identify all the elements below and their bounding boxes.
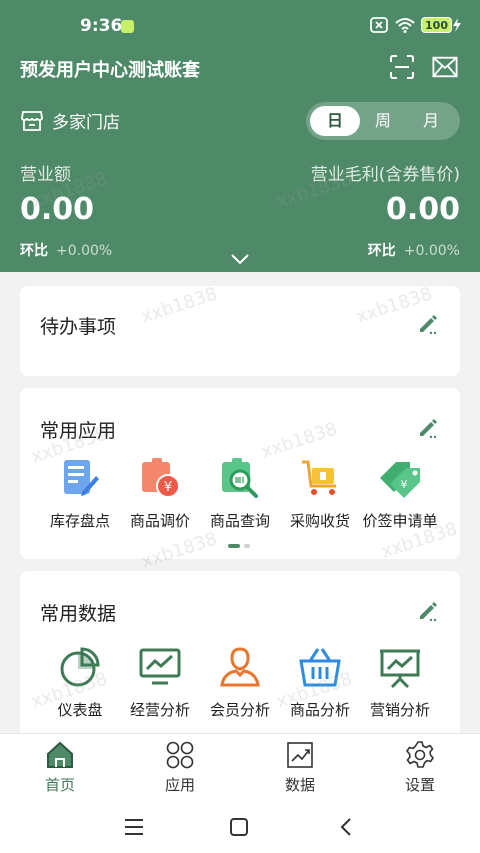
apps-icon <box>166 741 194 769</box>
dashboard-icon <box>60 647 100 687</box>
tab-apps[interactable]: 应用 <box>120 734 240 803</box>
edit-todo-pencil-icon[interactable] <box>416 312 440 336</box>
app-price-tag-request[interactable]: ¥ 价签申请单 <box>360 456 440 531</box>
edit-apps-pencil-icon[interactable] <box>416 416 440 440</box>
app-label: 商品查询 <box>209 512 270 530</box>
price-tag-request-icon: ¥ <box>380 462 420 498</box>
app-price-adjust[interactable]: ¥ 商品调价 <box>120 456 200 531</box>
app-label: 库存盘点 <box>49 512 110 530</box>
app-label: 商品调价 <box>129 512 190 530</box>
store-label: 多家门店 <box>52 113 120 133</box>
app-inventory-check[interactable]: 库存盘点 <box>40 456 120 531</box>
notification-app-icon <box>121 20 134 33</box>
revenue-label: 营业额 <box>20 165 71 185</box>
page-dot <box>244 544 250 548</box>
store-icon <box>21 110 43 131</box>
data-marketing-analysis[interactable]: 营销分析 <box>360 645 440 720</box>
data-label: 仪表盘 <box>57 701 103 719</box>
common-data-card: 常用数据 仪表盘 经营分析 会员分析 商品分析 营销分析 <box>20 571 460 741</box>
product-analysis-icon <box>299 648 341 687</box>
recent-apps-menu-icon[interactable] <box>123 817 145 837</box>
store-selector[interactable]: 多家门店 <box>20 108 120 133</box>
app-label: 价签申请单 <box>362 512 438 530</box>
product-query-icon <box>222 458 258 498</box>
svg-text:¥: ¥ <box>164 480 172 495</box>
expand-chevron-down-icon[interactable] <box>229 252 251 266</box>
account-name: 预发用户中心测试账套 <box>20 60 200 81</box>
data-chart-icon <box>287 742 313 768</box>
profit-cmp-label: 环比 <box>367 243 396 259</box>
data-member-analysis[interactable]: 会员分析 <box>200 645 280 720</box>
profit-value: 0.00 <box>385 192 460 227</box>
inventory-check-icon <box>64 460 99 496</box>
home-square-icon[interactable] <box>228 817 250 837</box>
tab-settings[interactable]: 设置 <box>360 734 480 803</box>
revenue-cmp-label: 环比 <box>20 243 48 259</box>
revenue-cmp-value: +0.00% <box>56 243 113 259</box>
header: 9:36 100 预发用户中心测试账套 多家门店 日 周 月 营业额 营业毛利(… <box>0 0 480 272</box>
status-bar: 9:36 100 <box>0 0 480 50</box>
tab-label: 首页 <box>44 776 75 794</box>
charging-bolt-icon <box>453 18 461 32</box>
sim-off-icon <box>370 17 388 33</box>
data-label: 会员分析 <box>209 701 270 719</box>
price-adjust-icon: ¥ <box>142 458 180 498</box>
wifi-icon <box>395 18 415 33</box>
data-label: 营销分析 <box>369 701 430 719</box>
message-envelope-icon[interactable] <box>432 54 458 80</box>
period-option-week[interactable]: 周 <box>358 106 408 136</box>
tab-label: 应用 <box>164 776 195 794</box>
scan-icon[interactable] <box>389 54 415 80</box>
tab-label: 设置 <box>404 776 435 794</box>
revenue-value: 0.00 <box>20 192 95 227</box>
common-apps-title: 常用应用 <box>40 420 117 442</box>
page-dot-active <box>228 544 240 548</box>
battery-indicator: 100 <box>421 17 462 33</box>
data-product-analysis[interactable]: 商品分析 <box>280 645 360 720</box>
data-label: 商品分析 <box>289 701 350 719</box>
back-chevron-icon[interactable] <box>336 817 358 837</box>
tab-home[interactable]: 首页 <box>0 734 120 803</box>
revenue-comparison: 环比 +0.00% <box>20 240 112 260</box>
tab-data[interactable]: 数据 <box>240 734 360 803</box>
member-analysis-icon <box>220 647 260 687</box>
period-option-day[interactable]: 日 <box>310 106 360 136</box>
bottom-tab-bar: 首页 应用 数据 设置 <box>0 733 480 803</box>
page-indicator <box>228 544 250 548</box>
app-purchase-receive[interactable]: 采购收货 <box>280 456 360 531</box>
todo-title: 待办事项 <box>40 316 117 338</box>
settings-gear-icon <box>406 741 434 768</box>
svg-text:¥: ¥ <box>401 478 408 491</box>
common-apps-card: 常用应用 库存盘点 ¥ 商品调价 商品查询 采购收货 ¥ 价签申请单 <box>20 388 460 559</box>
tab-label: 数据 <box>284 776 315 794</box>
common-apps-grid: 库存盘点 ¥ 商品调价 商品查询 采购收货 ¥ 价签申请单 <box>20 456 460 531</box>
business-analysis-icon <box>139 648 181 685</box>
common-data-grid: 仪表盘 经营分析 会员分析 商品分析 营销分析 <box>20 645 460 720</box>
status-time: 9:36 <box>80 16 123 36</box>
purchase-receive-icon <box>302 460 336 495</box>
system-navigation-bar <box>0 803 480 853</box>
profit-comparison: 环比 +0.00% <box>368 240 460 260</box>
app-label: 采购收货 <box>289 512 350 530</box>
period-option-month[interactable]: 月 <box>406 106 456 136</box>
battery-level: 100 <box>425 18 448 32</box>
todo-card: 待办事项 <box>20 286 460 376</box>
app-product-query[interactable]: 商品查询 <box>200 456 280 531</box>
profit-cmp-value: +0.00% <box>403 243 460 259</box>
common-data-title: 常用数据 <box>40 603 117 625</box>
data-business-analysis[interactable]: 经营分析 <box>120 645 200 720</box>
data-dashboard[interactable]: 仪表盘 <box>40 645 120 720</box>
home-icon <box>47 741 73 768</box>
data-label: 经营分析 <box>129 701 190 719</box>
marketing-analysis-icon <box>380 649 420 689</box>
period-segmented-control: 日 周 月 <box>306 102 460 140</box>
profit-label: 营业毛利(含券售价) <box>310 165 460 185</box>
edit-data-pencil-icon[interactable] <box>416 599 440 623</box>
